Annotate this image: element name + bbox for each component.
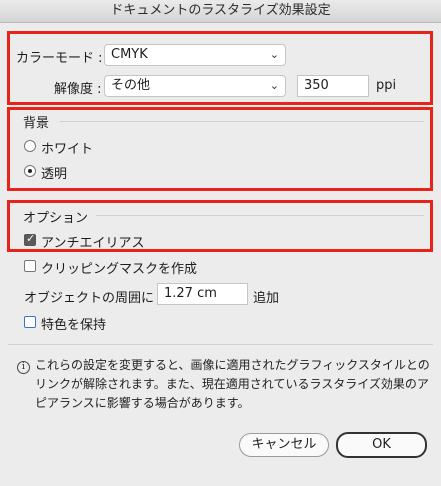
background-group-title: 背景 — [23, 116, 50, 131]
color-mode-select[interactable]: CMYK ⌄ — [104, 44, 286, 66]
color-mode-value: CMYK — [111, 47, 148, 62]
spot-color-checkbox[interactable] — [24, 316, 36, 328]
radio-transparent[interactable]: 透明 — [24, 163, 144, 182]
radio-white[interactable]: ホワイト — [24, 138, 144, 157]
radio-button-selected[interactable] — [24, 165, 36, 177]
ppi-value: 350 — [304, 78, 329, 93]
chevron-down-icon: ⌄ — [269, 48, 279, 61]
ppi-input[interactable]: 350 — [297, 75, 369, 97]
ppi-unit-label: ppi — [376, 78, 397, 93]
ok-button[interactable]: OK — [336, 432, 427, 458]
window-title: ドキュメントのラスタライズ効果設定 — [0, 0, 441, 23]
section-divider — [8, 344, 433, 345]
info-icon: i — [17, 361, 30, 374]
resolution-label: 解像度 : — [54, 82, 102, 97]
clipping-mask-checkbox[interactable] — [24, 260, 36, 272]
chevron-down-icon: ⌄ — [269, 79, 279, 92]
info-text-line: リンクが解除されます。また、現在適用されているラスタライズ効果のア — [35, 377, 429, 391]
clipping-mask-label: クリッピングマスクを作成 — [41, 262, 198, 277]
surround-label: オブジェクトの周囲に — [24, 291, 155, 306]
antialias-label: アンチエイリアス — [41, 236, 145, 251]
surround-suffix: 追加 — [253, 291, 280, 306]
clipping-mask-checkbox-row[interactable]: クリッピングマスクを作成 — [24, 258, 244, 277]
surround-value: 1.27 cm — [164, 286, 217, 301]
resolution-select[interactable]: その他 ⌄ — [104, 75, 286, 97]
antialias-checkbox[interactable] — [24, 232, 36, 246]
radio-white-label: ホワイト — [41, 142, 94, 157]
background-divider — [60, 121, 424, 122]
info-text-line: ピアランスに影響する場合があります。 — [35, 396, 250, 410]
options-divider — [96, 215, 424, 216]
color-mode-label: カラーモード : — [16, 51, 103, 66]
resolution-value: その他 — [111, 78, 151, 93]
spot-color-checkbox-row[interactable]: 特色を保持 — [24, 314, 184, 333]
info-message: これらの設定を変更すると、画像に適用されたグラフィックスタイルとの リンクが解除… — [35, 356, 435, 413]
info-text-line: これらの設定を変更すると、画像に適用されたグラフィックスタイルとの — [35, 358, 430, 372]
options-group-title: オプション — [23, 211, 89, 226]
surround-input[interactable]: 1.27 cm — [157, 283, 248, 305]
spot-color-label: 特色を保持 — [41, 318, 107, 333]
antialias-checkbox-row[interactable]: アンチエイリアス — [24, 232, 224, 251]
radio-transparent-label: 透明 — [41, 167, 68, 182]
radio-button[interactable] — [24, 140, 36, 152]
cancel-button[interactable]: キャンセル — [239, 433, 329, 457]
